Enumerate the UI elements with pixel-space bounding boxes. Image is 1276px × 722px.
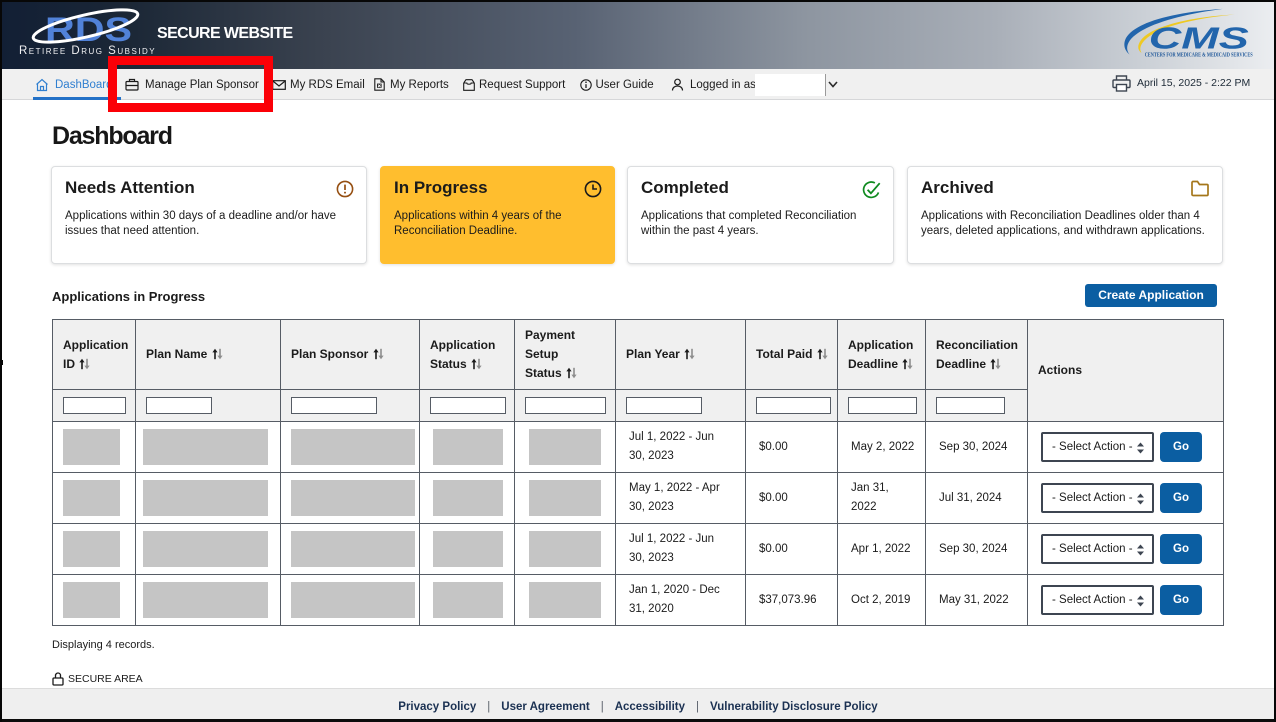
svg-text:CENTERS FOR MEDICARE & MEDICAI: CENTERS FOR MEDICARE & MEDICAID SERVICES: [1145, 51, 1253, 58]
svg-text:CMS: CMS: [1149, 21, 1249, 56]
